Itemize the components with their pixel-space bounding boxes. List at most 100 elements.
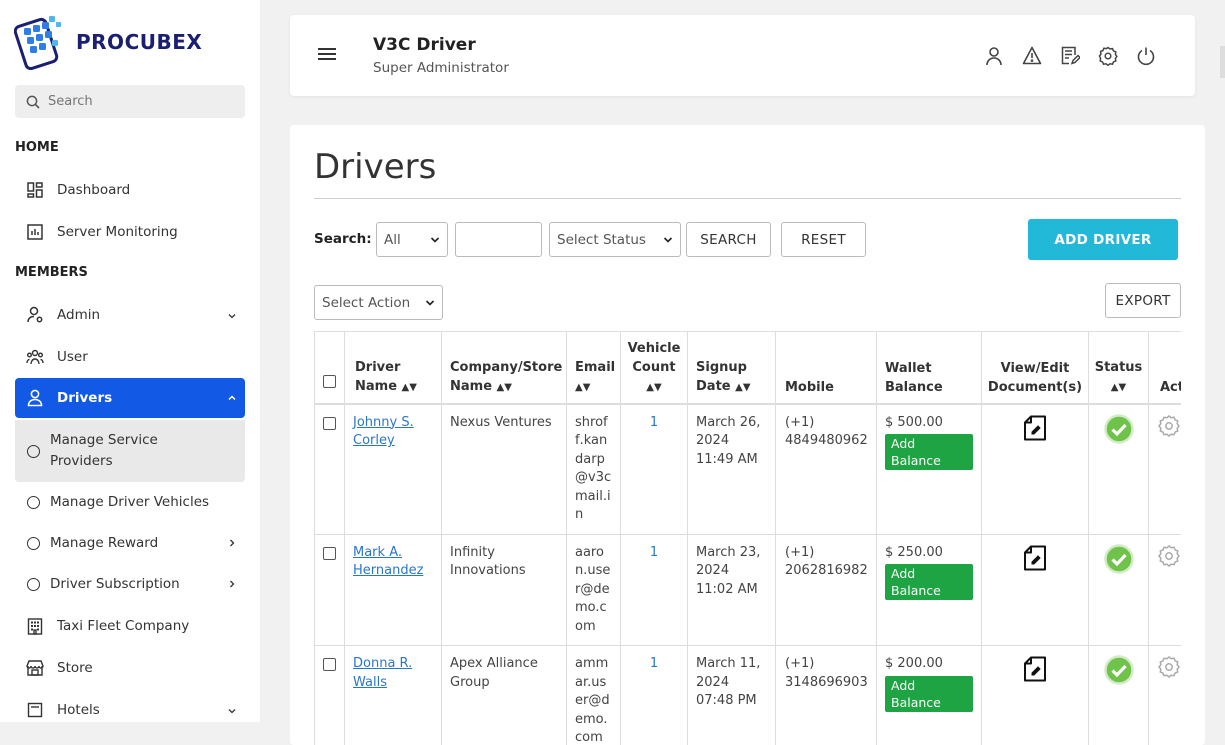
vehicle-count-link[interactable]: 1 (621, 646, 688, 745)
table-header-row: Driver Name ▲▼ Company/Store Name ▲▼ Ema… (315, 332, 1182, 404)
col-driver-name-label: Driver Name (355, 360, 400, 394)
sidebar-item-hotels[interactable]: Hotels (15, 690, 245, 722)
sidebar-subitem-manage-reward[interactable]: Manage Reward (15, 523, 245, 563)
drivers-table-container[interactable]: Driver Name ▲▼ Company/Store Name ▲▼ Ema… (314, 331, 1181, 745)
col-email[interactable]: Email▲▼ (567, 332, 621, 404)
row-checkbox[interactable] (323, 658, 336, 671)
row-checkbox[interactable] (323, 547, 336, 560)
bulk-action-select[interactable]: Select Action (314, 285, 443, 320)
sidebar-item-dashboard[interactable]: Dashboard (15, 170, 245, 210)
status-select[interactable]: Select Status (549, 222, 681, 257)
window-scrollbar[interactable] (1220, 46, 1225, 78)
edit-note-icon[interactable] (1051, 46, 1089, 66)
reset-button[interactable]: RESET (781, 222, 866, 257)
sidebar-item-drivers[interactable]: Drivers (15, 378, 245, 418)
sidebar-item-user[interactable]: User (15, 337, 245, 377)
warning-icon[interactable] (1013, 46, 1051, 66)
search-button[interactable]: SEARCH (686, 222, 771, 257)
mobile-cell: (+1) 2062816982 (776, 534, 877, 646)
driver-name-link[interactable]: Mark A. Hernandez (353, 545, 423, 579)
page-title: Drivers (314, 147, 436, 187)
sidebar-item-store[interactable]: Store (15, 648, 245, 688)
col-driver-name[interactable]: Driver Name ▲▼ (345, 332, 442, 404)
document-edit-icon[interactable] (1023, 545, 1047, 571)
sort-icon: ▲▼ (646, 382, 661, 393)
sidebar-item-server-monitoring[interactable]: Server Monitoring (15, 212, 245, 252)
col-mobile-label: Mobile (785, 380, 834, 395)
chevron-down-icon (663, 235, 673, 245)
driver-name-link[interactable]: Donna R. Walls (353, 656, 412, 690)
export-button[interactable]: EXPORT (1105, 283, 1181, 318)
sort-icon: ▲▼ (497, 382, 512, 393)
sidebar-search[interactable] (15, 85, 245, 118)
add-balance-button[interactable]: Add Balance (885, 676, 973, 712)
chevron-down-icon (430, 235, 440, 245)
top-header: V3C Driver Super Administrator (290, 15, 1195, 96)
status-active-icon[interactable] (1104, 655, 1134, 685)
admin-user-icon (25, 305, 45, 325)
brand-name: PROCUBEX (76, 30, 202, 54)
col-wallet-label: Wallet Balance (885, 361, 943, 395)
vehicle-count-link[interactable]: 1 (621, 404, 688, 535)
row-checkbox[interactable] (323, 417, 336, 430)
gear-icon[interactable] (1157, 414, 1181, 438)
sidebar-item-label: Admin (57, 307, 100, 323)
col-company[interactable]: Company/Store Name ▲▼ (442, 332, 567, 404)
sidebar-subitem-manage-service-providers[interactable]: Manage Service Providers (15, 420, 245, 482)
circle-icon (27, 445, 40, 458)
col-status[interactable]: Status▲▼ (1089, 332, 1149, 404)
sidebar-item-admin[interactable]: Admin (15, 295, 245, 335)
col-email-label: Email (575, 360, 615, 375)
col-mobile: Mobile (776, 332, 877, 404)
col-action-label: Action (1160, 380, 1181, 395)
col-vehicle-count[interactable]: Vehicle Count▲▼ (621, 332, 688, 404)
document-edit-icon[interactable] (1023, 656, 1047, 682)
search-field-select[interactable]: All (376, 222, 448, 257)
row-select-cell (315, 534, 345, 646)
power-icon[interactable] (1127, 46, 1165, 66)
documents-cell (982, 534, 1089, 646)
sidebar-item-label: Dashboard (57, 182, 130, 198)
search-keyword-input[interactable] (455, 222, 542, 257)
add-driver-button[interactable]: ADD DRIVER (1028, 219, 1178, 260)
col-status-label: Status (1095, 360, 1143, 375)
add-balance-button[interactable]: Add Balance (885, 564, 973, 600)
logo-icon (14, 14, 66, 70)
wallet-amount: $ 250.00 (885, 545, 943, 560)
sidebar-subitem-label: Manage Service Providers (50, 430, 200, 472)
wallet-amount: $ 500.00 (885, 415, 943, 430)
sidebar-subitem-driver-subscription[interactable]: Driver Subscription (15, 564, 245, 604)
dashboard-icon (25, 180, 45, 200)
circle-icon (27, 496, 40, 509)
hotel-icon (25, 700, 45, 720)
select-all-checkbox[interactable] (323, 375, 336, 388)
sidebar-item-taxi-fleet-company[interactable]: Taxi Fleet Company (15, 606, 245, 646)
sidebar-subitem-label: Manage Reward (50, 535, 158, 551)
sidebar-item-label: Server Monitoring (57, 224, 178, 240)
building-icon (25, 616, 45, 636)
status-active-icon[interactable] (1104, 414, 1134, 444)
vehicle-count-link[interactable]: 1 (621, 534, 688, 646)
status-cell (1089, 534, 1149, 646)
search-field-selected: All (384, 232, 401, 248)
gear-icon[interactable] (1157, 544, 1181, 568)
chevron-down-icon (425, 298, 435, 308)
logo[interactable]: PROCUBEX (14, 14, 202, 70)
action-cell (1149, 534, 1182, 646)
document-edit-icon[interactable] (1023, 415, 1047, 441)
sidebar-item-label: Drivers (57, 390, 112, 406)
settings-icon[interactable] (1089, 46, 1127, 66)
hamburger-menu-icon[interactable] (318, 48, 336, 63)
chevron-down-icon (227, 706, 237, 716)
gear-icon[interactable] (1157, 655, 1181, 679)
add-balance-button[interactable]: Add Balance (885, 434, 973, 470)
sidebar-subitem-manage-driver-vehicles[interactable]: Manage Driver Vehicles (15, 482, 245, 522)
user-icon[interactable] (975, 46, 1013, 66)
driver-name-link[interactable]: Johnny S. Corley (353, 415, 414, 449)
brand-name-part1: PRO (76, 30, 125, 54)
col-signup-date[interactable]: Signup Date ▲▼ (688, 332, 776, 404)
sidebar-search-input[interactable] (46, 93, 230, 110)
status-active-icon[interactable] (1104, 544, 1134, 574)
store-icon (25, 658, 45, 678)
brand-name-part2: CUBEX (125, 30, 203, 54)
